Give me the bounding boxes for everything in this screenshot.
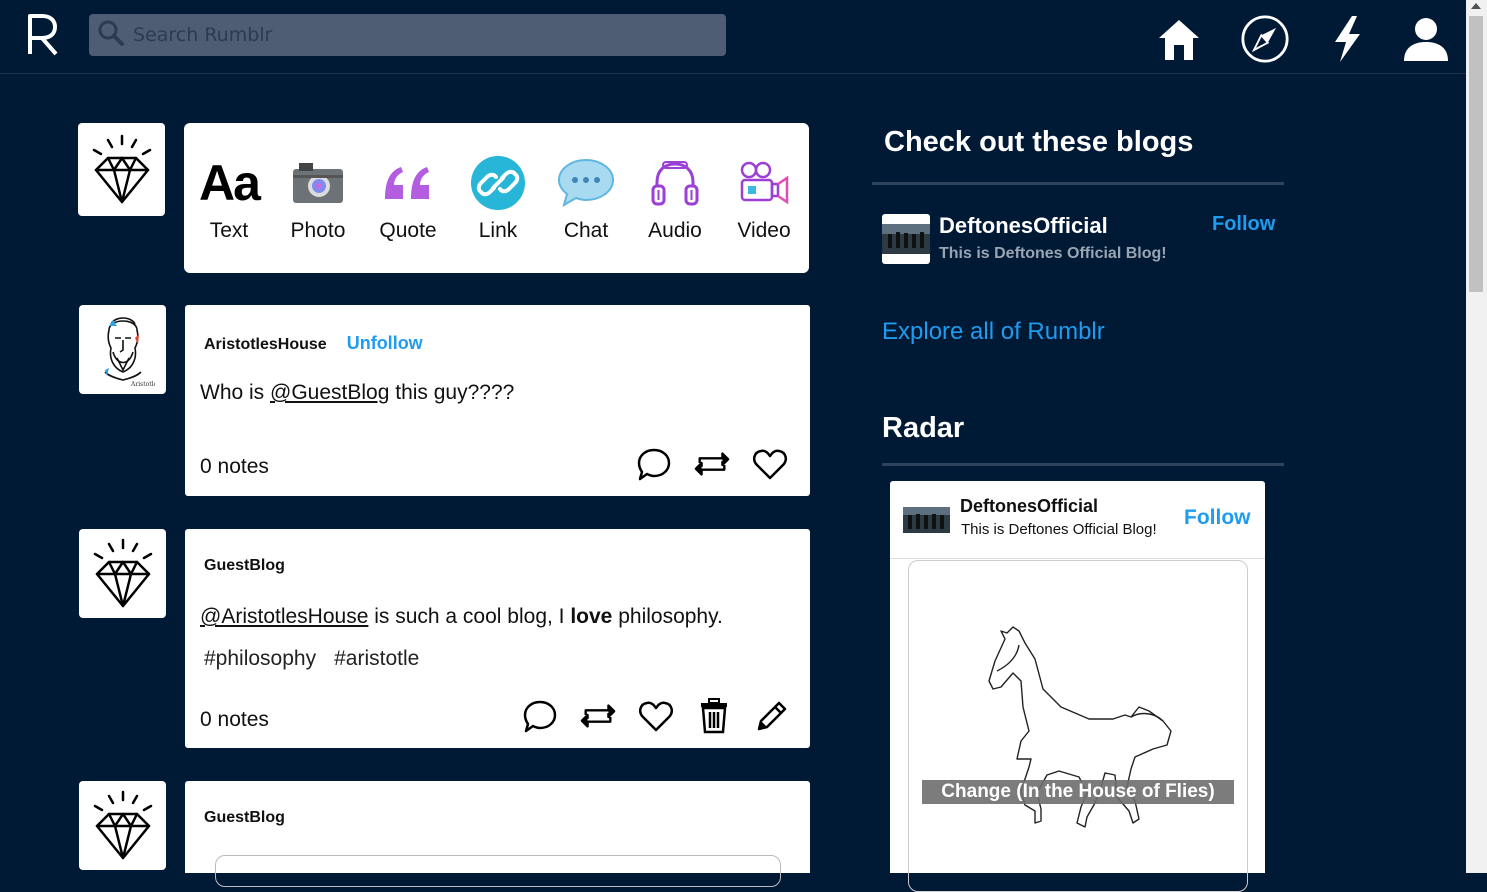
check-out-blogs-heading: Check out these blogs [884, 126, 1194, 158]
mention-link[interactable]: @GuestBlog [270, 381, 389, 404]
radar-post-caption: Change (In the House of Flies) [922, 780, 1234, 804]
page-scrollbar[interactable] [1466, 0, 1487, 873]
explore-compass-icon[interactable] [1241, 14, 1289, 64]
post-text: Who is [200, 381, 271, 404]
notes-count[interactable]: 0 notes [200, 708, 269, 732]
post-type-label: Photo [290, 219, 346, 242]
delete-trash-icon[interactable] [696, 698, 732, 734]
video-camera-icon [722, 153, 806, 213]
new-photo-post-button[interactable]: Photo [276, 153, 360, 243]
post-card: GuestBlog @AristotlesHouse is such a coo… [185, 529, 810, 748]
new-text-post-button[interactable]: Aa Text [187, 153, 271, 243]
post-text: is such a cool blog, I [368, 605, 571, 628]
blog-thumbnail[interactable] [882, 214, 930, 264]
divider [890, 558, 1265, 559]
mention-link[interactable]: @AristotlesHouse [200, 605, 368, 628]
post-text: this guy???? [389, 381, 515, 404]
radar-follow-button[interactable]: Follow [1184, 506, 1251, 530]
activity-bolt-icon[interactable] [1323, 14, 1371, 64]
post-type-label: Link [478, 219, 518, 242]
post-embed-frame [215, 855, 781, 887]
comment-icon[interactable] [636, 446, 672, 482]
radar-blog-description: This is Deftones Official Blog! [961, 521, 1157, 538]
quote-icon [366, 153, 450, 213]
notes-count[interactable]: 0 notes [200, 455, 269, 479]
post-type-label: Audio [648, 219, 702, 242]
new-audio-post-button[interactable]: Audio [633, 153, 717, 243]
headphones-icon [633, 153, 717, 213]
post-author-avatar[interactable] [79, 529, 166, 618]
blog-name[interactable]: DeftonesOfficial [939, 213, 1108, 239]
home-icon[interactable] [1155, 14, 1203, 64]
search-bar[interactable] [89, 14, 726, 56]
search-input[interactable] [131, 23, 695, 47]
post-bold-text: love [570, 605, 613, 628]
post-author-name[interactable]: GuestBlog [204, 557, 285, 575]
post-composer: Aa Text Photo Quote Link Chat Audio Vide… [184, 123, 809, 273]
blog-description: This is Deftones Official Blog! [939, 245, 1167, 262]
current-user-avatar[interactable] [78, 123, 165, 216]
radar-blog-thumbnail[interactable] [903, 507, 950, 533]
link-icon [456, 153, 540, 213]
post-author-avatar[interactable]: Aristotle [79, 305, 166, 394]
post-text: philosophy. [612, 605, 723, 628]
post-card: AristotlesHouse Unfollow Who is @GuestBl… [185, 305, 810, 496]
aristotle-portrait-icon: Aristotle [103, 316, 155, 388]
account-user-icon[interactable] [1402, 14, 1450, 64]
diamond-icon [92, 134, 151, 203]
edit-pencil-icon[interactable] [754, 698, 790, 734]
divider [872, 182, 1284, 185]
post-type-label: Chat [563, 219, 609, 242]
post-type-label: Quote [379, 219, 437, 242]
reblog-icon[interactable] [580, 698, 616, 734]
post-body: Who is @GuestBlog this guy???? [200, 381, 514, 405]
post-author-name[interactable]: GuestBlog [204, 809, 285, 827]
rumblr-logo[interactable] [25, 10, 61, 60]
radar-post-image[interactable]: Change (In the House of Flies) [908, 560, 1248, 892]
camera-icon [276, 153, 360, 213]
post-tags: #philosophy #aristotle [204, 647, 437, 671]
new-link-post-button[interactable]: Link [456, 153, 540, 243]
top-navigation-bar [0, 0, 1466, 74]
unfollow-button[interactable]: Unfollow [347, 333, 423, 354]
diamond-icon [93, 790, 152, 859]
divider [882, 463, 1284, 466]
post-type-label: Text [209, 219, 249, 242]
post-author-name[interactable]: AristotlesHouse [204, 336, 327, 354]
white-pony-horse-image [988, 626, 1172, 828]
post-card: GuestBlog [185, 781, 810, 887]
like-heart-icon[interactable] [638, 698, 674, 734]
radar-blog-name[interactable]: DeftonesOfficial [960, 496, 1098, 517]
new-chat-post-button[interactable]: Chat [544, 153, 628, 243]
reblog-icon[interactable] [694, 446, 730, 482]
scrollbar-thumb[interactable] [1469, 16, 1483, 292]
diamond-icon [93, 538, 152, 607]
radar-card: DeftonesOfficial This is Deftones Offici… [890, 481, 1265, 892]
text-aa-icon: Aa [199, 155, 261, 211]
search-icon [97, 19, 125, 52]
like-heart-icon[interactable] [752, 446, 788, 482]
post-body: @AristotlesHouse is such a cool blog, I … [200, 605, 723, 629]
chat-bubble-icon [544, 153, 628, 213]
tag-link[interactable]: #philosophy [204, 647, 316, 670]
follow-button[interactable]: Follow [1212, 213, 1275, 236]
new-quote-post-button[interactable]: Quote [366, 153, 450, 243]
post-type-label: Video [737, 219, 791, 242]
explore-all-link[interactable]: Explore all of Rumblr [882, 318, 1105, 346]
radar-heading: Radar [882, 412, 965, 444]
scroll-up-arrow-icon[interactable] [1471, 3, 1481, 9]
comment-icon[interactable] [522, 698, 558, 734]
post-author-avatar[interactable] [79, 781, 166, 870]
tag-link[interactable]: #aristotle [334, 647, 419, 670]
new-video-post-button[interactable]: Video [722, 153, 806, 243]
svg-text:Aristotle: Aristotle [130, 381, 155, 388]
